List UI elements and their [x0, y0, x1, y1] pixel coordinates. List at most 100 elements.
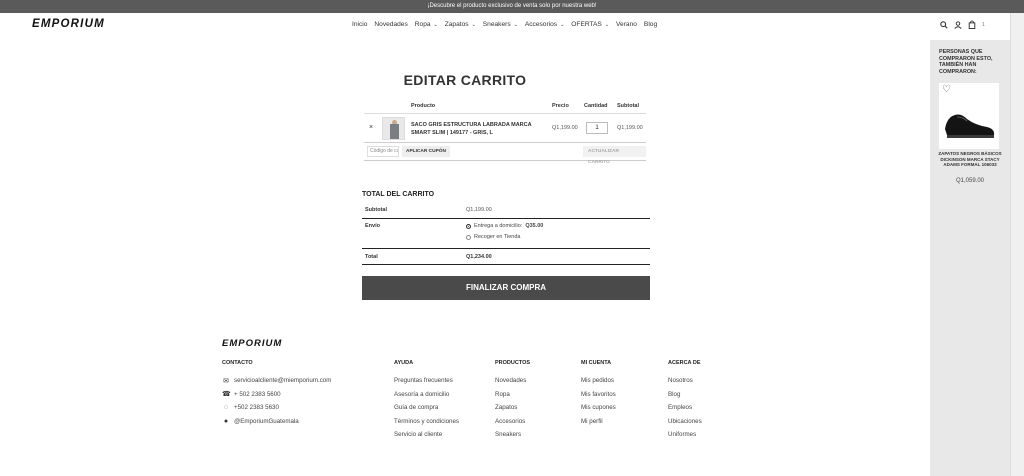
chevron-down-icon: ⌄ — [433, 22, 438, 28]
footer-link[interactable]: Blog — [668, 388, 702, 402]
nav-item-sneakers[interactable]: Sneakers ⌄ — [483, 21, 518, 28]
footer-contact: CONTACTO ✉ servicioalcliente@miemporium.c… — [222, 360, 331, 428]
item-subtotal: Q1,199.00 — [617, 125, 643, 131]
total-row: Total Q1,234.00 — [362, 249, 650, 265]
total-label: Total — [365, 254, 378, 260]
recommended-product-name[interactable]: ZAPATOS NEGROS BÁSICOS DICKINSON MARCA S… — [938, 151, 1002, 168]
cart-totals: TOTAL DEL CARRITO Subtotal Q1,199.00 Env… — [362, 191, 650, 265]
cart-page: EDITAR CARRITO Producto Precio Cantidad … — [0, 40, 930, 476]
nav-label: Accesorios — [524, 21, 558, 28]
footer-heading: MI CUENTA — [581, 360, 612, 366]
phone-icon: ☎ — [222, 391, 231, 399]
nav-item-ropa[interactable]: Ropa ⌄ — [415, 21, 438, 28]
contact-text: @EmporiumGuatemala — [234, 417, 299, 425]
site-header: EMPORIUM Inicio Novedades Ropa ⌄ Zapatos ⌄… — [0, 13, 1024, 40]
chevron-down-icon: ⌄ — [604, 22, 610, 28]
contact-text: servicioalcliente@miemporium.com — [234, 377, 332, 385]
nav-label: Ropa — [414, 21, 431, 28]
remove-item-button[interactable]: × — [369, 124, 373, 131]
nav-item-blog[interactable]: Blog — [644, 21, 657, 28]
footer-link[interactable]: Ropa — [495, 388, 530, 402]
footer-link[interactable]: Mis cupones — [581, 401, 616, 415]
user-icon[interactable] — [954, 20, 962, 29]
apply-coupon-button[interactable]: APLICAR CUPÓN — [402, 146, 450, 157]
footer-logo[interactable]: EMPORIUM — [222, 338, 282, 349]
shipping-option-label: Recoger en Tienda — [474, 234, 521, 240]
footer-link[interactable]: Empleos — [668, 401, 702, 415]
subtotal-value: Q1,199.00 — [466, 207, 492, 213]
footer-link[interactable]: Nosotros — [668, 374, 702, 388]
nav-label: Novedades — [374, 21, 408, 28]
nav-label: OFERTAS — [571, 21, 602, 28]
footer-link[interactable]: Novedades — [495, 374, 530, 388]
footer-heading: AYUDA — [394, 360, 414, 366]
brand-logo[interactable]: EMPORIUM — [32, 18, 105, 30]
announcement-text: ¡Descubre el producto exclusivo de venta… — [427, 3, 597, 9]
nav-label: Zapatos — [444, 21, 469, 28]
radio-selected-icon — [466, 223, 471, 229]
recommended-product-price: Q1,059.00 — [955, 178, 985, 184]
contact-messenger[interactable]: ● @EmporiumGuatemala — [222, 415, 331, 429]
footer-link[interactable]: Términos y condiciones — [394, 415, 459, 429]
scrollbar[interactable] — [1010, 13, 1024, 476]
shipping-option-delivery[interactable]: Entrega a domicilio: Q35.00 — [466, 223, 543, 229]
footer-column-productos: PRODUCTOS Novedades Ropa Zapatos Accesor… — [495, 360, 530, 442]
footer-heading: PRODUCTOS — [495, 360, 531, 366]
shipping-option-price: Q35.00 — [525, 223, 544, 229]
footer-link[interactable]: Zapatos — [495, 401, 530, 415]
checkout-button[interactable]: FINALIZAR COMPRA — [362, 276, 650, 300]
contact-text: + 502 2383 5600 — [234, 390, 281, 398]
product-name-link[interactable]: SACO GRIS ESTRUCTURA LABRADA MARCA SMART… — [411, 121, 536, 137]
nav-label: Blog — [643, 21, 658, 28]
messenger-icon: ● — [223, 417, 229, 425]
footer-column-ayuda: AYUDA Preguntas frecuentes Asesoría a do… — [394, 360, 459, 442]
footer-link[interactable]: Uniformes — [668, 428, 702, 442]
nav-item-accesorios[interactable]: Accesorios ⌄ — [525, 21, 564, 28]
nav-label: Verano — [616, 21, 637, 28]
nav-label: Inicio — [352, 21, 368, 28]
header-icons: 1 — [940, 20, 985, 29]
search-icon[interactable] — [940, 20, 948, 29]
update-cart-button[interactable]: ACTUALIZAR CARRITO — [583, 146, 646, 165]
totals-heading: TOTAL DEL CARRITO — [362, 191, 435, 198]
cart-count: 1 — [982, 21, 985, 28]
nav-item-novedades[interactable]: Novedades — [374, 21, 407, 28]
header-price: Precio — [552, 103, 569, 109]
footer-link[interactable]: Accesorios — [495, 415, 530, 429]
contact-phone[interactable]: ☎ + 502 2383 5600 — [222, 388, 331, 402]
table-row: × SACO GRIS ESTRUCTURA LABRADA MARCA SMA… — [364, 114, 646, 143]
header-quantity: Cantidad — [584, 103, 608, 109]
shipping-option-label: Entrega a domicilio: — [474, 223, 523, 229]
footer-link[interactable]: Ubicaciones — [668, 415, 702, 429]
footer-link[interactable]: Asesoría a domicilio — [394, 388, 459, 402]
shipping-option-pickup[interactable]: Recoger en Tienda — [466, 234, 520, 240]
coupon-code-input[interactable]: Código de cupón — [367, 146, 399, 157]
chevron-down-icon: ⌄ — [471, 22, 476, 28]
coupon-row: Código de cupón APLICAR CUPÓN ACTUALIZAR… — [364, 143, 646, 165]
product-thumbnail[interactable] — [382, 117, 405, 140]
heart-icon[interactable]: ♡ — [942, 84, 951, 95]
footer-link[interactable]: Mis favoritos — [581, 388, 616, 402]
footer-link[interactable]: Sneakers — [495, 428, 530, 442]
subtotal-label: Subtotal — [365, 207, 387, 213]
nav-label: Sneakers — [482, 21, 511, 28]
footer-link[interactable]: Mis pedidos — [581, 374, 616, 388]
nav-item-inicio[interactable]: Inicio — [352, 21, 367, 28]
subtotal-row: Subtotal Q1,199.00 — [362, 204, 650, 219]
contact-text: +502 2383 5630 — [234, 404, 279, 412]
contact-whatsapp[interactable]: ◌ +502 2383 5630 — [222, 401, 331, 415]
footer-link[interactable]: Mi perfil — [581, 415, 616, 429]
chevron-down-icon: ⌄ — [560, 22, 565, 28]
nav-item-verano[interactable]: Verano — [616, 21, 637, 28]
quantity-input[interactable]: 1 — [586, 122, 608, 134]
footer-link[interactable]: Preguntas frecuentes — [394, 374, 459, 388]
footer-link[interactable]: Guía de compra — [394, 401, 459, 415]
nav-item-ofertas[interactable]: OFERTAS ⌄ — [571, 21, 609, 28]
cart-table-header: Producto Precio Cantidad Subtotal — [364, 99, 646, 114]
footer-link[interactable]: Servicio al cliente — [394, 428, 459, 442]
contact-email[interactable]: ✉ servicioalcliente@miemporium.com — [222, 374, 331, 388]
main-nav: Inicio Novedades Ropa ⌄ Zapatos ⌄ Sneakers… — [352, 21, 664, 28]
shipping-row: Envío Entrega a domicilio: Q35.00 Recoge… — [362, 219, 650, 249]
nav-item-zapatos[interactable]: Zapatos ⌄ — [445, 21, 476, 28]
cart-icon[interactable] — [968, 20, 976, 29]
